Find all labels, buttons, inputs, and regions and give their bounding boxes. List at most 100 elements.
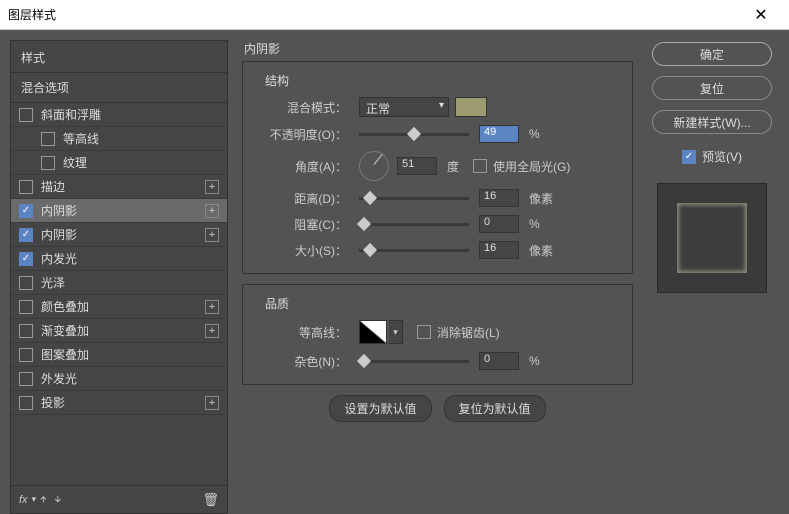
style-checkbox[interactable]: ✓	[19, 252, 33, 266]
titlebar: 图层样式 ✕	[0, 0, 789, 30]
choke-input[interactable]: 0	[479, 215, 519, 233]
noise-unit: %	[529, 354, 540, 368]
preview-checkbox[interactable]: ✓	[682, 150, 696, 164]
preview-toggle[interactable]: ✓ 预览(V)	[682, 148, 742, 165]
add-instance-icon[interactable]: +	[205, 300, 219, 314]
style-item-label: 等高线	[63, 130, 219, 147]
style-item[interactable]: ✓ 内阴影+	[11, 223, 227, 247]
global-light-checkbox[interactable]	[473, 159, 487, 173]
style-item-label: 图案叠加	[41, 346, 219, 363]
style-item[interactable]: 等高线	[11, 127, 227, 151]
style-item-label: 内阴影	[41, 202, 205, 219]
style-item-label: 纹理	[63, 154, 219, 171]
angle-unit: 度	[447, 158, 459, 175]
trash-icon[interactable]: 🗑	[202, 492, 219, 508]
style-checkbox[interactable]	[19, 348, 33, 362]
cancel-button[interactable]: 复位	[652, 76, 772, 100]
quality-legend: 品质	[261, 295, 293, 312]
style-item[interactable]: 渐变叠加+	[11, 319, 227, 343]
style-checkbox[interactable]	[19, 108, 33, 122]
style-checkbox[interactable]	[19, 276, 33, 290]
style-checkbox[interactable]: ✓	[19, 228, 33, 242]
style-list: 斜面和浮雕等高线纹理描边+✓内阴影+✓内阴影+✓内发光光泽颜色叠加+渐变叠加+图…	[11, 103, 227, 485]
size-input[interactable]: 16	[479, 241, 519, 259]
style-item-label: 内阴影	[41, 226, 205, 243]
new-style-button[interactable]: 新建样式(W)...	[652, 110, 772, 134]
styles-header: 样式	[11, 41, 227, 73]
style-item-label: 光泽	[41, 274, 219, 291]
style-checkbox[interactable]: ✓	[19, 204, 33, 218]
style-item[interactable]: 图案叠加	[11, 343, 227, 367]
style-checkbox[interactable]	[41, 156, 55, 170]
style-item[interactable]: 描边+	[11, 175, 227, 199]
structure-fieldset: 结构 混合模式： 正常 不透明度(O)： 49 % 角度(A)： 51 度 使用…	[242, 61, 633, 274]
main-content: 样式 混合选项 斜面和浮雕等高线纹理描边+✓内阴影+✓内阴影+✓内发光光泽颜色叠…	[0, 30, 789, 514]
angle-row: 角度(A)： 51 度 使用全局光(G)	[257, 151, 618, 181]
blend-mode-select[interactable]: 正常	[359, 97, 449, 117]
fx-label[interactable]: fx	[19, 494, 28, 506]
add-instance-icon[interactable]: +	[205, 204, 219, 218]
style-checkbox[interactable]	[19, 324, 33, 338]
close-button[interactable]: ✕	[741, 0, 781, 30]
style-checkbox[interactable]	[19, 372, 33, 386]
shadow-color-swatch[interactable]	[455, 97, 487, 117]
style-item[interactable]: ✓ 内阴影+	[11, 199, 227, 223]
style-item[interactable]: 纹理	[11, 151, 227, 175]
distance-label: 距离(D)：	[257, 190, 347, 207]
size-unit: 像素	[529, 242, 553, 259]
angle-input[interactable]: 51	[397, 157, 437, 175]
style-item[interactable]: 光泽	[11, 271, 227, 295]
angle-dial[interactable]	[359, 151, 389, 181]
move-up-icon[interactable]: 🡩	[40, 492, 46, 508]
opacity-row: 不透明度(O)： 49 %	[257, 125, 618, 143]
blend-mode-row: 混合模式： 正常	[257, 97, 618, 117]
add-instance-icon[interactable]: +	[205, 324, 219, 338]
choke-slider[interactable]	[359, 223, 469, 226]
antialias-checkbox[interactable]	[417, 325, 431, 339]
move-down-icon[interactable]: 🡫	[55, 492, 61, 508]
blend-options[interactable]: 混合选项	[11, 73, 227, 103]
contour-dropdown-icon[interactable]: ▾	[389, 320, 403, 344]
size-row: 大小(S)： 16 像素	[257, 241, 618, 259]
style-checkbox[interactable]	[19, 180, 33, 194]
distance-unit: 像素	[529, 190, 553, 207]
add-instance-icon[interactable]: +	[205, 396, 219, 410]
style-item[interactable]: 斜面和浮雕	[11, 103, 227, 127]
noise-input[interactable]: 0	[479, 352, 519, 370]
reset-default-button[interactable]: 复位为默认值	[444, 395, 546, 422]
window-title: 图层样式	[8, 6, 741, 23]
action-panel: 确定 复位 新建样式(W)... ✓ 预览(V)	[647, 40, 777, 514]
distance-row: 距离(D)： 16 像素	[257, 189, 618, 207]
style-item[interactable]: 外发光	[11, 367, 227, 391]
style-checkbox[interactable]	[19, 396, 33, 410]
noise-slider[interactable]	[359, 360, 469, 363]
opacity-unit: %	[529, 127, 540, 141]
preview-inner	[677, 203, 747, 273]
style-item[interactable]: 颜色叠加+	[11, 295, 227, 319]
global-light-label: 使用全局光(G)	[493, 158, 570, 175]
distance-input[interactable]: 16	[479, 189, 519, 207]
antialias-label: 消除锯齿(L)	[437, 324, 500, 341]
style-checkbox[interactable]	[19, 300, 33, 314]
distance-slider[interactable]	[359, 197, 469, 200]
set-default-button[interactable]: 设置为默认值	[329, 395, 431, 422]
contour-label: 等高线：	[257, 324, 347, 341]
ok-button[interactable]: 确定	[652, 42, 772, 66]
opacity-slider[interactable]	[359, 133, 469, 136]
add-instance-icon[interactable]: +	[205, 228, 219, 242]
size-slider[interactable]	[359, 249, 469, 252]
noise-label: 杂色(N)：	[257, 353, 347, 370]
contour-picker[interactable]	[359, 320, 387, 344]
style-item[interactable]: 投影+	[11, 391, 227, 415]
opacity-input[interactable]: 49	[479, 125, 519, 143]
preview-box	[657, 183, 767, 293]
section-title: 内阴影	[242, 40, 633, 57]
blend-mode-label: 混合模式：	[257, 99, 347, 116]
structure-legend: 结构	[261, 72, 293, 89]
style-checkbox[interactable]	[41, 132, 55, 146]
contour-row: 等高线： ▾ 消除锯齿(L)	[257, 320, 618, 344]
style-item-label: 外发光	[41, 370, 219, 387]
style-item[interactable]: ✓内发光	[11, 247, 227, 271]
add-instance-icon[interactable]: +	[205, 180, 219, 194]
fx-menu-icon[interactable]: ▾	[32, 494, 37, 505]
